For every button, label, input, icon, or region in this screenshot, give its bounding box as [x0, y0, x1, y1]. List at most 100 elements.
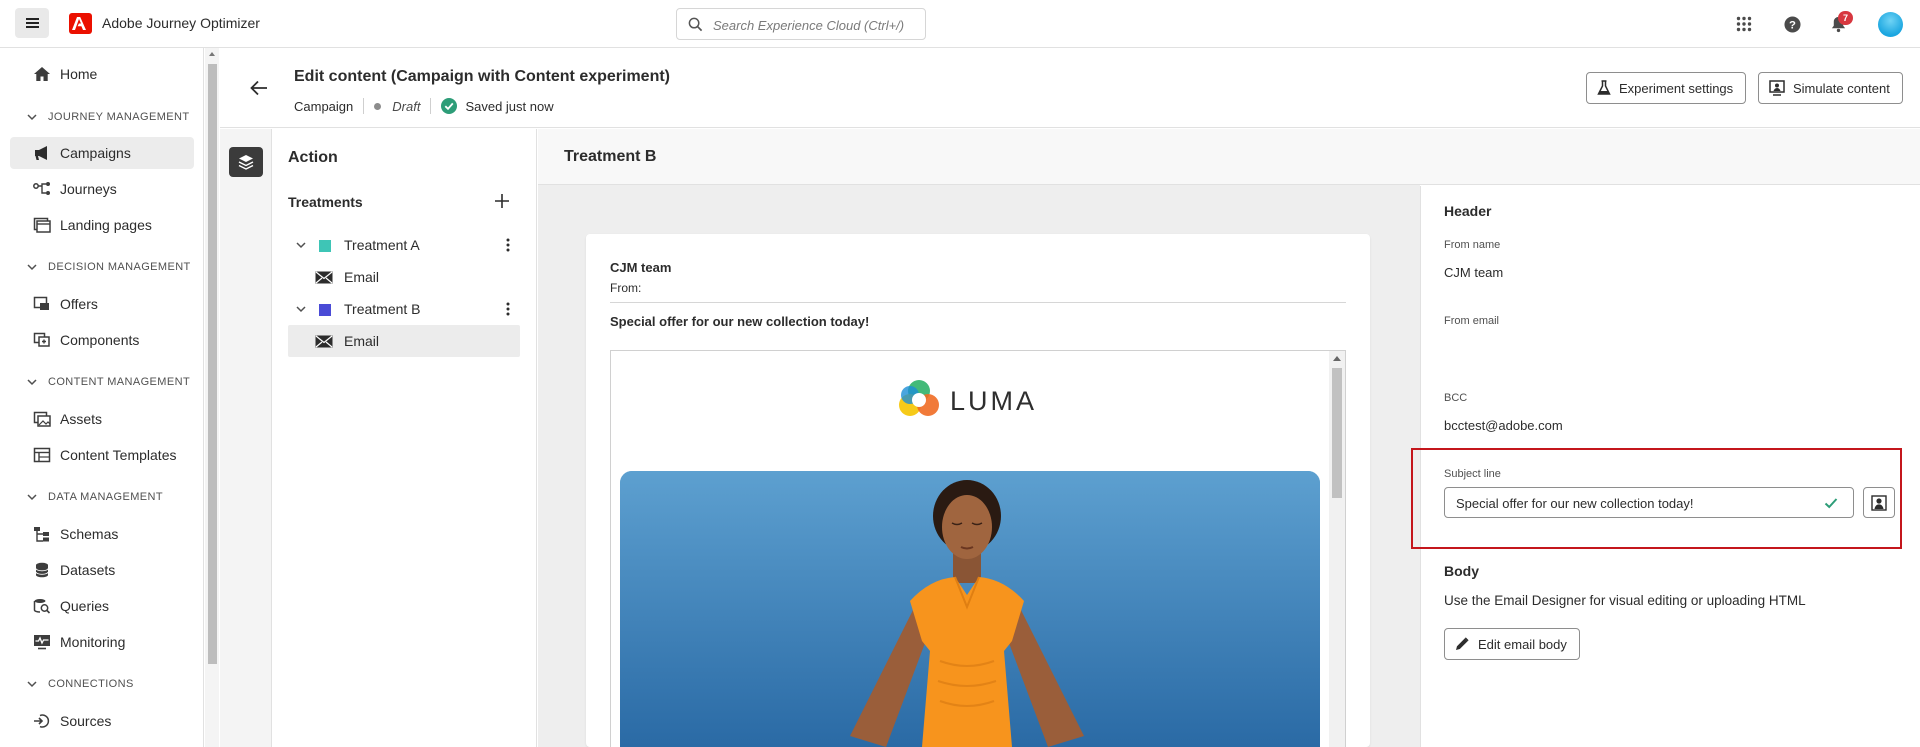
simulate-icon	[1769, 80, 1785, 96]
sources-icon	[34, 714, 50, 728]
section-data-management[interactable]: DATA MANAGEMENT	[26, 487, 163, 507]
from-name-label: From name	[1444, 239, 1501, 251]
section-decision-management[interactable]: DECISION MANAGEMENT	[26, 257, 191, 277]
campaign-meta: Campaign Draft Saved just now	[294, 97, 554, 115]
search-input[interactable]	[713, 15, 918, 35]
subject-line-field[interactable]	[1444, 487, 1854, 518]
preview-from-label: From:	[610, 281, 642, 295]
sidebar-item-components[interactable]: Components	[10, 324, 194, 356]
header-section-title: Header	[1444, 203, 1492, 219]
subject-line-label: Subject line	[1444, 468, 1501, 480]
divider	[610, 302, 1346, 303]
section-journey-management[interactable]: JOURNEY MANAGEMENT	[26, 107, 189, 127]
sidebar-item-home[interactable]: Home	[10, 58, 194, 90]
beaker-icon	[1597, 80, 1611, 95]
more-vertical-icon[interactable]	[500, 301, 516, 317]
app-title: Adobe Journey Optimizer	[102, 15, 260, 31]
template-icon	[33, 447, 51, 463]
personalization-button[interactable]	[1863, 487, 1895, 518]
sidebar-item-assets[interactable]: Assets	[10, 403, 194, 435]
edit-email-body-button[interactable]: Edit email body	[1444, 628, 1580, 660]
treatment-b-email-row[interactable]: Email	[288, 325, 520, 357]
body-section-title: Body	[1444, 563, 1479, 579]
back-arrow-icon[interactable]	[249, 78, 269, 98]
preview-from-name: CJM team	[610, 260, 672, 275]
sidebar-item-content-templates[interactable]: Content Templates	[10, 439, 194, 471]
home-icon	[34, 67, 50, 81]
adobe-logo	[69, 13, 92, 34]
from-name-value[interactable]: CJM team	[1444, 265, 1503, 280]
avatar[interactable]	[1878, 12, 1903, 37]
email-icon	[315, 335, 333, 348]
from-email-label: From email	[1444, 315, 1500, 327]
checkmark-circle-icon	[441, 98, 458, 114]
treatment-a-row[interactable]: Treatment A	[288, 229, 520, 261]
chevron-down-icon	[27, 379, 37, 386]
monitoring-icon	[34, 635, 50, 650]
menu-icon[interactable]	[15, 8, 49, 38]
subject-line-input[interactable]	[1456, 493, 1816, 513]
pencil-icon	[1456, 637, 1469, 650]
email-frame-scrollbar[interactable]	[1329, 351, 1345, 747]
checkmark-icon	[1824, 498, 1838, 509]
treatment-color-swatch	[319, 240, 331, 252]
treatment-a-email-row[interactable]: Email	[288, 261, 520, 293]
layers-icon	[238, 155, 254, 170]
status-badge: Draft	[392, 98, 421, 114]
top-bar: Adobe Journey Optimizer ? 7	[0, 0, 1920, 48]
action-title: Action	[288, 149, 338, 166]
components-icon	[33, 332, 50, 347]
search-icon	[688, 17, 703, 32]
apps-grid-icon[interactable]	[1732, 12, 1756, 36]
sidebar-item-queries[interactable]: Queries	[10, 590, 194, 622]
chevron-down-icon	[27, 114, 37, 121]
add-treatment-icon[interactable]	[494, 193, 510, 209]
chevron-down-icon	[27, 494, 37, 501]
hero-image	[620, 471, 1320, 747]
personalization-icon	[1871, 494, 1887, 511]
layers-button[interactable]	[229, 147, 263, 177]
treatment-color-swatch	[319, 304, 331, 316]
treatments-label: Treatments	[288, 194, 363, 210]
sidebar-item-datasets[interactable]: Datasets	[10, 554, 194, 586]
bcc-value[interactable]: bcctest@adobe.com	[1444, 418, 1563, 433]
bcc-label: BCC	[1444, 392, 1468, 404]
sidebar-item-offers[interactable]: Offers	[10, 288, 194, 320]
sidebar-item-sources[interactable]: Sources	[10, 705, 194, 737]
chevron-down-icon	[296, 306, 306, 313]
preview-header	[538, 129, 1920, 185]
megaphone-icon	[35, 146, 47, 160]
svg-text:?: ?	[1789, 19, 1796, 31]
sidebar-item-landing-pages[interactable]: Landing pages	[10, 209, 194, 241]
experiment-settings-button[interactable]: Experiment settings	[1586, 72, 1747, 104]
sidebar-item-journeys[interactable]: Journeys	[10, 173, 194, 205]
chevron-down-icon	[27, 264, 37, 271]
section-connections[interactable]: CONNECTIONS	[26, 674, 134, 694]
sidebar-item-schemas[interactable]: Schemas	[10, 518, 194, 550]
page-title: Edit content (Campaign with Content expe…	[294, 68, 671, 85]
sidebar-scrollbar[interactable]	[205, 48, 219, 747]
assets-icon	[33, 411, 51, 427]
status-dot	[374, 102, 382, 110]
treatment-b-row[interactable]: Treatment B	[288, 293, 520, 325]
sidebar-item-campaigns[interactable]: Campaigns	[10, 137, 194, 169]
search-box[interactable]	[676, 8, 926, 40]
campaign-type: Campaign	[294, 98, 354, 114]
simulate-content-button[interactable]: Simulate content	[1758, 72, 1903, 104]
body-description: Use the Email Designer for visual editin…	[1444, 593, 1806, 608]
treatment-title: Treatment B	[564, 148, 657, 165]
sidebar-item-monitoring[interactable]: Monitoring	[10, 626, 194, 658]
luma-logo-mark	[899, 380, 939, 416]
section-content-management[interactable]: CONTENT MANAGEMENT	[26, 372, 190, 392]
notification-badge: 7	[1838, 11, 1853, 25]
saved-status: Saved just now	[465, 98, 554, 114]
database-icon	[35, 562, 49, 578]
chevron-down-icon	[296, 242, 306, 249]
journey-icon	[33, 182, 50, 195]
landing-page-icon	[33, 217, 51, 233]
help-icon[interactable]: ?	[1780, 12, 1804, 36]
more-vertical-icon[interactable]	[500, 237, 516, 253]
preview-subject: Special offer for our new collection tod…	[610, 314, 870, 329]
luma-logo: LUMA	[896, 378, 1037, 424]
chevron-down-icon	[27, 681, 37, 688]
